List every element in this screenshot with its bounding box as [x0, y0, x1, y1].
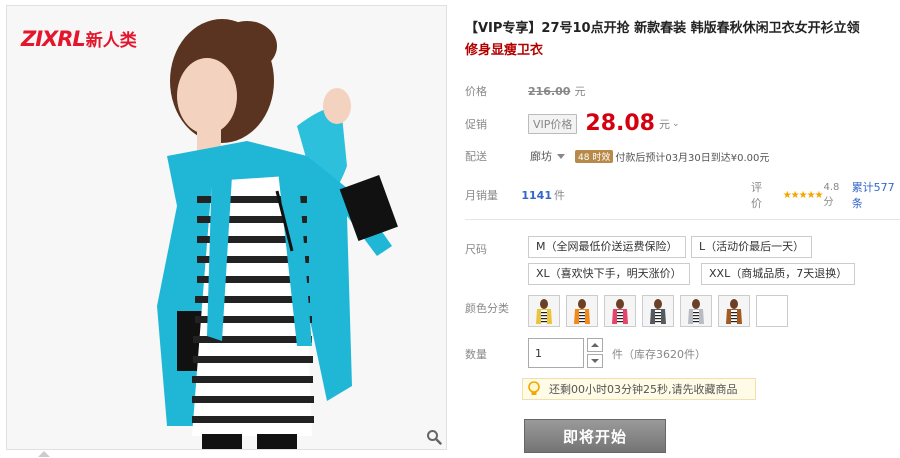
chevron-down-icon[interactable]: ⌄ [672, 119, 680, 129]
shipping-label: 配送 [465, 150, 487, 163]
section-divider [465, 219, 900, 220]
quantity-increase-button[interactable] [587, 338, 603, 352]
chevron-down-icon [591, 359, 599, 363]
color-label-row: 颜色分类 [465, 300, 528, 316]
size-label: 尺码 [465, 243, 487, 256]
quantity-input[interactable] [528, 338, 584, 368]
stock-info: 件（库存3620件） [612, 348, 706, 361]
shipping-location[interactable]: 廊坊 [530, 148, 552, 164]
title-line-1: 【VIP专享】27号10点开抢 新款春装 韩版春秋休闲卫衣女开衫立领 [465, 21, 860, 36]
original-price: 216.00 [528, 84, 571, 98]
brand-logo-latin: ZIXRL [21, 27, 86, 51]
monthly-sales-label: 月销量 [465, 189, 498, 202]
product-photo [7, 6, 446, 449]
size-option-m[interactable]: M（全网最低价送运费保险） [528, 236, 686, 258]
size-label-row: 尺码 [465, 241, 528, 257]
price-row: 价格 216.00 元 [465, 83, 585, 99]
color-swatch-thumb [719, 296, 749, 326]
size-option-xxl[interactable]: XXL（商城品质，7天退换） [701, 263, 856, 285]
color-swatch-6[interactable] [718, 295, 750, 327]
countdown-notice: 还剩00小时03分钟25秒,请先收藏商品 [522, 378, 756, 400]
brand-logo-cn: 新人类 [85, 31, 137, 51]
color-swatch-7[interactable] [756, 295, 788, 327]
color-swatch-thumb [567, 296, 597, 326]
quantity-label: 数量 [465, 348, 487, 361]
vip-price-badge: VIP价格 [528, 113, 578, 134]
size-option-l[interactable]: L（活动价最后一天） [691, 236, 813, 258]
color-label: 颜色分类 [465, 302, 509, 315]
color-swatch-thumb [681, 296, 711, 326]
magnifier-icon[interactable] [426, 429, 442, 445]
chevron-up-icon [591, 343, 599, 347]
product-title: 【VIP专享】27号10点开抢 新款春装 韩版春秋休闲卫衣女开衫立领 修身显瘦卫… [465, 18, 900, 62]
color-swatch-2[interactable] [566, 295, 598, 327]
product-main-image[interactable]: ZIXRL 新人类 [6, 5, 447, 450]
color-swatch-thumb [529, 296, 559, 326]
quantity-label-row: 数量 [465, 346, 528, 362]
color-swatch-3[interactable] [604, 295, 636, 327]
rating-label: 评价 [751, 181, 762, 210]
color-swatch-thumb [605, 296, 635, 326]
promo-row: 促销 VIP价格 28.08 元 ⌄ [465, 111, 680, 136]
delivery-time-badge: 48 时效 [575, 149, 614, 163]
color-swatch-thumb [643, 296, 673, 326]
price-unit: 元 [574, 85, 586, 98]
thumbnail-pointer [38, 451, 50, 457]
title-line-2: 修身显瘦卫衣 [465, 43, 544, 58]
location-dropdown-icon[interactable] [557, 153, 565, 159]
shipping-row: 配送 廊坊 48 时效 付款后预计03月30日到达¥0.00元 [465, 148, 769, 164]
promo-label: 促销 [465, 117, 487, 131]
promo-unit: 元 [659, 117, 670, 131]
review-count-link[interactable]: 累计577条 [852, 179, 900, 211]
brand-logo: ZIXRL 新人类 [21, 26, 137, 51]
rating-score: 4.8分 [823, 182, 840, 208]
monthly-sales-count: 1141 [521, 188, 552, 202]
start-soon-button[interactable]: 即将开始 [524, 419, 666, 453]
sales-row: 月销量 1141 件 评价 ★★★★★ 4.8分 累计577条 [465, 179, 900, 211]
shipping-estimate: 付款后预计03月30日到达¥0.00元 [615, 152, 770, 164]
color-swatch-5[interactable] [680, 295, 712, 327]
size-option-xl[interactable]: XL（喜欢快下手，明天涨价） [528, 263, 690, 285]
color-swatch-1[interactable] [528, 295, 560, 327]
lightbulb-icon [528, 381, 540, 395]
promo-price: 28.08 [585, 111, 655, 136]
price-label: 价格 [465, 85, 487, 98]
quantity-decrease-button[interactable] [587, 354, 603, 368]
countdown-text: 还剩00小时03分钟25秒,请先收藏商品 [549, 383, 738, 396]
monthly-sales-unit: 件 [554, 189, 565, 202]
rating-stars-icon: ★★★★★ [782, 189, 824, 201]
color-swatch-4[interactable] [642, 295, 674, 327]
